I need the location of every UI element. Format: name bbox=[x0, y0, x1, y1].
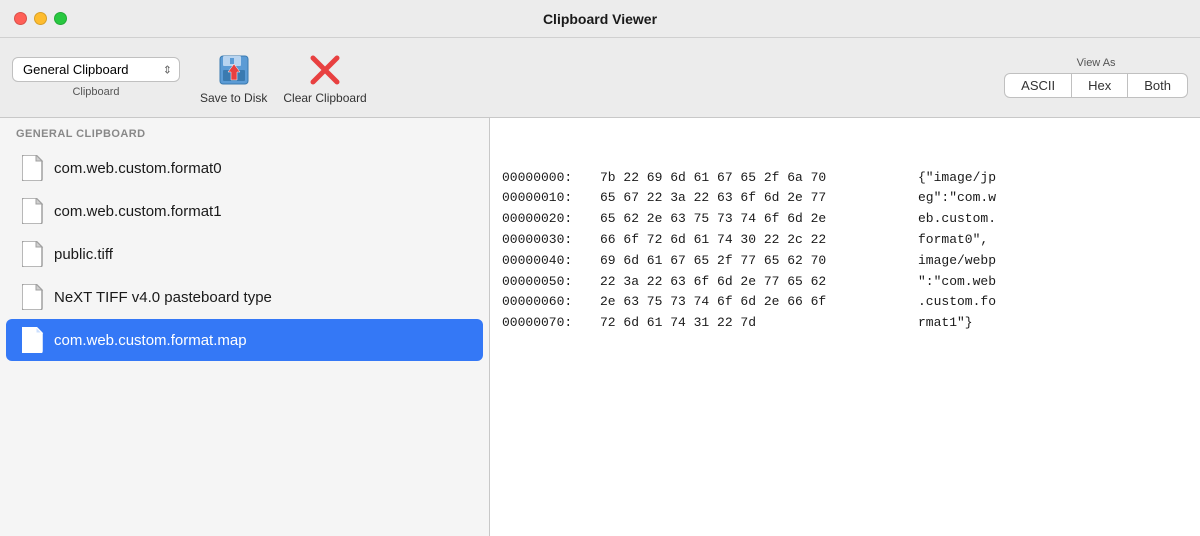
hex-line: 00000030: 66 6f 72 6d 61 74 30 22 2c 22 fo… bbox=[502, 230, 1188, 251]
hex-address: 00000040: bbox=[502, 251, 592, 272]
clipboard-label: Clipboard bbox=[72, 86, 119, 98]
hex-address: 00000070: bbox=[502, 313, 592, 334]
item-name: com.web.custom.format.map bbox=[54, 332, 247, 349]
item-name: com.web.custom.format1 bbox=[54, 203, 222, 220]
hex-line: 00000020: 65 62 2e 63 75 73 74 6f 6d 2e eb… bbox=[502, 209, 1188, 230]
view-as-section: View As ASCII Hex Both bbox=[1004, 57, 1188, 98]
file-icon bbox=[22, 327, 44, 353]
file-icon bbox=[22, 284, 44, 310]
hex-ascii: eb.custom. bbox=[918, 209, 996, 230]
clear-clipboard-label: Clear Clipboard bbox=[283, 91, 366, 105]
window-title: Clipboard Viewer bbox=[543, 11, 657, 27]
hex-ascii: image/webp bbox=[918, 251, 996, 272]
clipboard-item[interactable]: public.tiff bbox=[6, 233, 483, 275]
view-hex-button[interactable]: Hex bbox=[1072, 73, 1128, 98]
hex-ascii: eg":"com.w bbox=[918, 188, 996, 209]
clipboard-item[interactable]: com.web.custom.format0 bbox=[6, 147, 483, 189]
right-panel: 00000000: 7b 22 69 6d 61 67 65 2f 6a 70 {"… bbox=[490, 118, 1200, 536]
minimize-button[interactable] bbox=[34, 12, 47, 25]
clipboard-items-list: com.web.custom.format0 com.web.custom.fo… bbox=[0, 146, 489, 536]
save-to-disk-button[interactable]: Save to Disk bbox=[200, 51, 267, 105]
hex-bytes: 2e 63 75 73 74 6f 6d 2e 66 6f bbox=[600, 292, 910, 313]
hex-bytes: 65 62 2e 63 75 73 74 6f 6d 2e bbox=[600, 209, 910, 230]
hex-address: 00000050: bbox=[502, 272, 592, 293]
item-name: com.web.custom.format0 bbox=[54, 160, 222, 177]
hex-line: 00000040: 69 6d 61 67 65 2f 77 65 62 70 im… bbox=[502, 251, 1188, 272]
clear-clipboard-button[interactable]: Clear Clipboard bbox=[283, 51, 366, 105]
file-icon bbox=[22, 198, 44, 224]
hex-ascii: format0", bbox=[918, 230, 988, 251]
hex-ascii: ":"com.web bbox=[918, 272, 996, 293]
item-name: public.tiff bbox=[54, 246, 113, 263]
save-to-disk-label: Save to Disk bbox=[200, 91, 267, 105]
close-button[interactable] bbox=[14, 12, 27, 25]
hex-bytes: 7b 22 69 6d 61 67 65 2f 6a 70 bbox=[600, 168, 910, 189]
file-icon bbox=[22, 155, 44, 181]
title-bar: Clipboard Viewer bbox=[0, 0, 1200, 38]
hex-line: 00000070: 72 6d 61 74 31 22 7d rmat1"} bbox=[502, 313, 1188, 334]
hex-ascii: {"image/jp bbox=[918, 168, 996, 189]
clipboard-select-group: General Clipboard Find Clipboard Clipboa… bbox=[12, 57, 180, 98]
traffic-lights bbox=[14, 12, 67, 25]
clipboard-select-wrapper: General Clipboard Find Clipboard bbox=[12, 57, 180, 82]
hex-ascii: .custom.fo bbox=[918, 292, 996, 313]
hex-bytes: 69 6d 61 67 65 2f 77 65 62 70 bbox=[600, 251, 910, 272]
hex-bytes: 66 6f 72 6d 61 74 30 22 2c 22 bbox=[600, 230, 910, 251]
save-icon bbox=[215, 51, 253, 89]
view-as-label: View As bbox=[1077, 57, 1116, 69]
hex-address: 00000010: bbox=[502, 188, 592, 209]
hex-line: 00000050: 22 3a 22 63 6f 6d 2e 77 65 62 ":… bbox=[502, 272, 1188, 293]
hex-bytes: 65 67 22 3a 22 63 6f 6d 2e 77 bbox=[600, 188, 910, 209]
clear-icon bbox=[306, 51, 344, 89]
hex-address: 00000030: bbox=[502, 230, 592, 251]
hex-content: 00000000: 7b 22 69 6d 61 67 65 2f 6a 70 {"… bbox=[502, 126, 1188, 528]
view-both-button[interactable]: Both bbox=[1128, 73, 1188, 98]
hex-line: 00000000: 7b 22 69 6d 61 67 65 2f 6a 70 {"… bbox=[502, 168, 1188, 189]
hex-address: 00000000: bbox=[502, 168, 592, 189]
toolbar-actions: Save to Disk Clear Clipboard bbox=[200, 51, 367, 105]
view-ascii-button[interactable]: ASCII bbox=[1004, 73, 1072, 98]
hex-bytes: 22 3a 22 63 6f 6d 2e 77 65 62 bbox=[600, 272, 910, 293]
maximize-button[interactable] bbox=[54, 12, 67, 25]
hex-bytes: 72 6d 61 74 31 22 7d bbox=[600, 313, 910, 334]
hex-line: 00000060: 2e 63 75 73 74 6f 6d 2e 66 6f .c… bbox=[502, 292, 1188, 313]
file-icon bbox=[22, 241, 44, 267]
left-panel: GENERAL CLIPBOARD com.web.custom.format0… bbox=[0, 118, 490, 536]
hex-address: 00000020: bbox=[502, 209, 592, 230]
hex-line: 00000010: 65 67 22 3a 22 63 6f 6d 2e 77 eg… bbox=[502, 188, 1188, 209]
hex-address: 00000060: bbox=[502, 292, 592, 313]
item-name: NeXT TIFF v4.0 pasteboard type bbox=[54, 289, 272, 306]
toolbar: General Clipboard Find Clipboard Clipboa… bbox=[0, 38, 1200, 118]
section-header: GENERAL CLIPBOARD bbox=[0, 118, 489, 146]
clipboard-item[interactable]: NeXT TIFF v4.0 pasteboard type bbox=[6, 276, 483, 318]
clipboard-select[interactable]: General Clipboard Find Clipboard bbox=[12, 57, 180, 82]
clipboard-item[interactable]: com.web.custom.format1 bbox=[6, 190, 483, 232]
view-as-buttons: ASCII Hex Both bbox=[1004, 73, 1188, 98]
clipboard-item[interactable]: com.web.custom.format.map bbox=[6, 319, 483, 361]
hex-ascii: rmat1"} bbox=[918, 313, 973, 334]
main-content: GENERAL CLIPBOARD com.web.custom.format0… bbox=[0, 118, 1200, 536]
